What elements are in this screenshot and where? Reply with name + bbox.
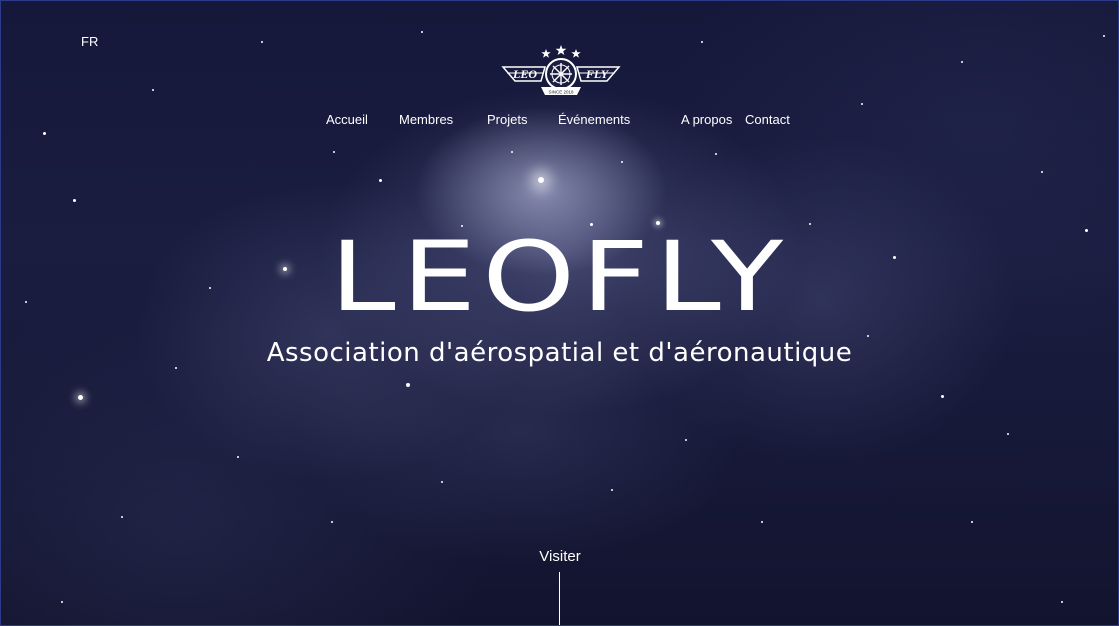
star [611,489,613,491]
logo-tagline: SINCE 2018 [548,90,574,95]
star [1061,601,1063,603]
star [867,335,869,337]
star [715,153,717,155]
nav-item-evenements[interactable]: Événements [558,112,630,127]
star [333,151,335,153]
star [78,395,83,400]
star [971,521,973,523]
nav-item-projets[interactable]: Projets [487,112,527,127]
star [1041,171,1043,173]
star [621,161,623,163]
star [701,41,703,43]
hero-subtitle: Association d'aérospatial et d'aéronauti… [266,338,853,368]
star [379,179,382,182]
star [1007,433,1009,435]
star [331,521,333,523]
star [1103,35,1105,37]
star [121,516,123,518]
scroll-indicator-line [559,572,560,625]
logo-text-right: FLY [585,67,610,81]
star [43,132,46,135]
page: FR LEO FLY SINCE 2018 Accueil Membres Pr… [0,0,1119,626]
star [73,199,76,202]
star [237,456,239,458]
nav-item-contact[interactable]: Contact [745,112,790,127]
language-switch[interactable]: FR [81,34,98,49]
nav-item-membres[interactable]: Membres [399,112,453,127]
star [761,521,763,523]
main-nav: Accueil Membres Projets Événements A pro… [1,112,1118,132]
star [421,31,423,33]
star [441,481,443,483]
star [941,395,944,398]
hero-title: LEOFLY [329,219,790,333]
star [61,601,63,603]
nav-item-a-propos[interactable]: A propos [681,112,732,127]
visit-link[interactable]: Visiter [520,548,600,565]
logo-text-left: LEO [512,67,537,81]
star [538,177,544,183]
star [406,383,410,387]
star [511,151,513,153]
leofly-logo[interactable]: LEO FLY SINCE 2018 [501,43,621,103]
star [685,439,687,441]
star [261,41,263,43]
logo-stars [541,45,581,58]
nav-item-accueil[interactable]: Accueil [326,112,368,127]
star [961,61,963,63]
star [152,89,154,91]
star [861,103,863,105]
